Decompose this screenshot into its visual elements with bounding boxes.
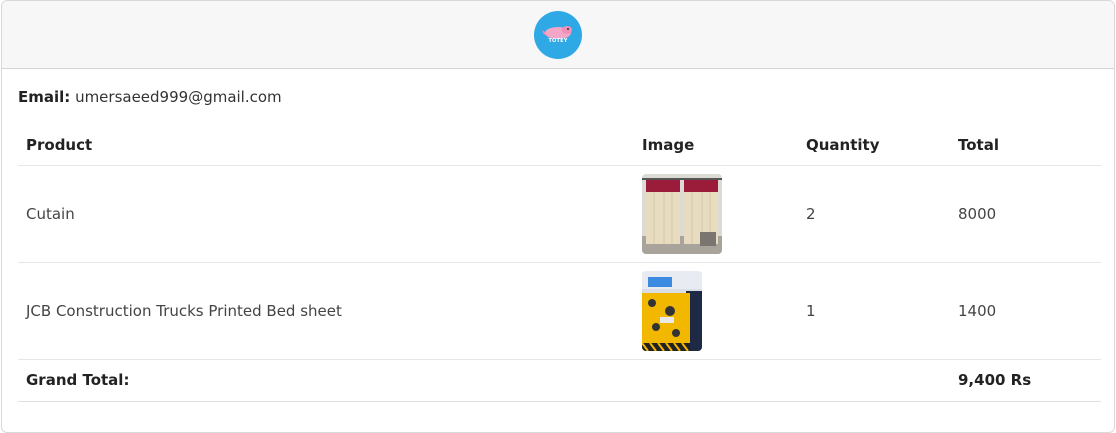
table-row: Cutain 2 8000	[18, 165, 1101, 263]
product-name: JCB Construction Trucks Printed Bed shee…	[18, 262, 634, 360]
email-row: Email: umersaeed999@gmail.com	[18, 88, 282, 106]
product-total: 1400	[950, 262, 1101, 360]
product-name: Cutain	[18, 165, 634, 263]
grand-total-row: Grand Total: 9,400 Rs	[18, 359, 1101, 402]
product-total: 8000	[950, 165, 1101, 263]
bedsheet-image	[642, 270, 702, 351]
header-image: Image	[634, 125, 798, 166]
product-image-cell	[634, 165, 798, 263]
email-label: Email:	[18, 88, 71, 106]
header-total: Total	[950, 125, 1101, 166]
card-header: TOTEY	[2, 1, 1114, 69]
order-summary-card: TOTEY Email: umersaeed999@gmail.com Prod…	[1, 0, 1115, 433]
header-product: Product	[18, 125, 634, 166]
product-image-cell	[634, 262, 798, 360]
header-quantity: Quantity	[798, 125, 950, 166]
order-table: Product Image Quantity Total Cutain 2 80…	[18, 125, 1101, 402]
grand-total-value: 9,400 Rs	[950, 359, 1101, 402]
table-header-row: Product Image Quantity Total	[18, 125, 1101, 166]
logo-text: TOTEY	[548, 37, 568, 44]
table-row: JCB Construction Trucks Printed Bed shee…	[18, 262, 1101, 360]
grand-total-label: Grand Total:	[18, 359, 634, 402]
product-quantity: 2	[798, 165, 950, 263]
brand-logo-icon: TOTEY	[534, 10, 582, 59]
email-value: umersaeed999@gmail.com	[75, 88, 282, 106]
curtain-image	[642, 173, 722, 254]
product-quantity: 1	[798, 262, 950, 360]
